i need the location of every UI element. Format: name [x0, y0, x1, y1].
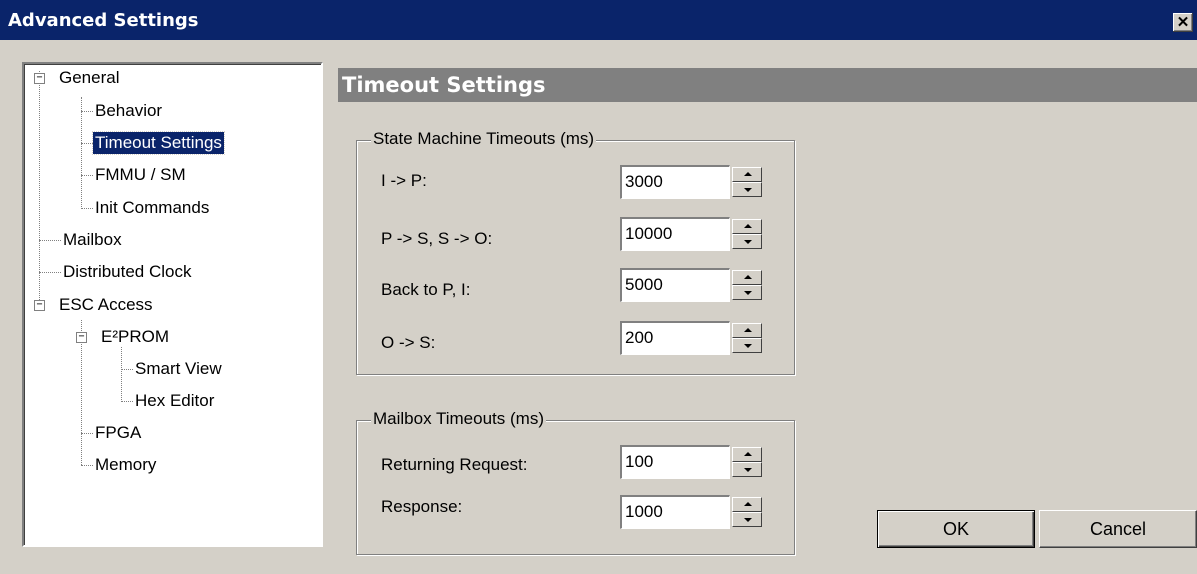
tree-item-smart-view[interactable]: Smart View — [133, 358, 224, 380]
o-to-s-input[interactable]: 200 — [620, 321, 730, 355]
back-to-p-spinner: 5000 — [620, 268, 765, 302]
tree-item-eeprom[interactable]: E²PROM — [99, 326, 171, 348]
arrow-up-icon — [744, 224, 752, 228]
collapse-toggle-esc-access[interactable]: − — [34, 300, 45, 311]
ok-button[interactable]: OK — [877, 510, 1035, 548]
arrow-down-icon — [744, 344, 752, 348]
spin-down-button[interactable] — [732, 182, 762, 197]
arrow-up-icon — [744, 172, 752, 176]
i-to-p-spin-buttons — [732, 167, 762, 197]
arrow-up-icon — [744, 452, 752, 456]
tree-item-mailbox[interactable]: Mailbox — [61, 229, 124, 251]
spin-up-button[interactable] — [732, 447, 762, 462]
state-machine-legend: State Machine Timeouts (ms) — [371, 129, 597, 149]
o-to-s-spinner: 200 — [620, 321, 765, 355]
response-input[interactable]: 1000 — [620, 495, 730, 529]
close-button[interactable]: ✕ — [1173, 13, 1193, 32]
arrow-up-icon — [744, 328, 752, 332]
response-label: Response: — [381, 497, 463, 516]
tree-item-distributed-clock[interactable]: Distributed Clock — [61, 261, 194, 283]
state-machine-group: State Machine Timeouts (ms) I -> P: 3000… — [356, 129, 795, 375]
arrow-down-icon — [744, 188, 752, 192]
panel-header: Timeout Settings — [338, 68, 1197, 102]
spin-down-button[interactable] — [732, 462, 762, 477]
tree-item-fmmu-sm[interactable]: FMMU / SM — [93, 164, 188, 186]
spin-up-button[interactable] — [732, 219, 762, 234]
arrow-down-icon — [744, 518, 752, 522]
response-spin-buttons — [732, 497, 762, 527]
tree-connector — [39, 272, 61, 273]
spin-up-button[interactable] — [732, 270, 762, 285]
arrow-down-icon — [744, 240, 752, 244]
tree-connector — [81, 97, 82, 209]
i-to-p-spinner: 3000 — [620, 165, 765, 199]
title-bar: Advanced Settings ✕ — [0, 0, 1197, 40]
o-to-s-spin-buttons — [732, 323, 762, 353]
settings-tree[interactable]: − − − General Behavior Timeout Settings … — [22, 62, 323, 547]
tree-connector — [81, 143, 93, 144]
back-to-p-input[interactable]: 5000 — [620, 268, 730, 302]
collapse-toggle-eeprom[interactable]: − — [76, 332, 87, 343]
returning-request-spin-buttons — [732, 447, 762, 477]
o-to-s-label: O -> S: — [381, 333, 436, 352]
tree-item-init-commands[interactable]: Init Commands — [93, 197, 211, 219]
p-to-s-label: P -> S, S -> O: — [381, 229, 493, 248]
tree-connector — [121, 369, 133, 370]
tree-item-memory[interactable]: Memory — [93, 454, 158, 476]
tree-item-general[interactable]: General — [57, 67, 121, 89]
cancel-button[interactable]: Cancel — [1039, 510, 1197, 548]
back-to-p-label: Back to P, I: — [381, 280, 471, 299]
i-to-p-label: I -> P: — [381, 171, 427, 190]
arrow-down-icon — [744, 468, 752, 472]
spin-down-button[interactable] — [732, 512, 762, 527]
collapse-toggle-general[interactable]: − — [34, 73, 45, 84]
spin-down-button[interactable] — [732, 285, 762, 300]
p-to-s-spinner: 10000 — [620, 217, 765, 251]
arrow-up-icon — [744, 502, 752, 506]
tree-connector — [81, 111, 93, 112]
tree-connector — [39, 240, 61, 241]
i-to-p-input[interactable]: 3000 — [620, 165, 730, 199]
tree-connector — [39, 71, 40, 306]
tree-item-esc-access[interactable]: ESC Access — [57, 294, 155, 316]
tree-item-fpga[interactable]: FPGA — [93, 422, 143, 444]
tree-connector — [121, 347, 122, 402]
returning-request-spinner: 100 — [620, 445, 765, 479]
spin-up-button[interactable] — [732, 167, 762, 182]
p-to-s-input[interactable]: 10000 — [620, 217, 730, 251]
tree-item-behavior[interactable]: Behavior — [93, 100, 164, 122]
response-spinner: 1000 — [620, 495, 765, 529]
tree-connector — [81, 208, 93, 209]
tree-connector — [121, 401, 133, 402]
panel-title: Timeout Settings — [342, 73, 546, 97]
tree-item-timeout-settings[interactable]: Timeout Settings — [92, 131, 225, 155]
arrow-up-icon — [744, 275, 752, 279]
window-title: Advanced Settings — [8, 10, 199, 31]
p-to-s-spin-buttons — [732, 219, 762, 249]
spin-down-button[interactable] — [732, 234, 762, 249]
spin-down-button[interactable] — [732, 338, 762, 353]
tree-connector — [81, 433, 93, 434]
back-to-p-spin-buttons — [732, 270, 762, 300]
tree-item-hex-editor[interactable]: Hex Editor — [133, 390, 216, 412]
mailbox-legend: Mailbox Timeouts (ms) — [371, 409, 546, 429]
tree-connector — [81, 465, 93, 466]
arrow-down-icon — [744, 291, 752, 295]
returning-request-label: Returning Request: — [381, 455, 528, 474]
returning-request-input[interactable]: 100 — [620, 445, 730, 479]
spin-up-button[interactable] — [732, 497, 762, 512]
tree-content: − − − General Behavior Timeout Settings … — [24, 64, 321, 545]
mailbox-group: Mailbox Timeouts (ms) Returning Request:… — [356, 409, 795, 555]
spin-up-button[interactable] — [732, 323, 762, 338]
dialog-body: − − − General Behavior Timeout Settings … — [0, 40, 1197, 574]
tree-connector — [81, 175, 93, 176]
